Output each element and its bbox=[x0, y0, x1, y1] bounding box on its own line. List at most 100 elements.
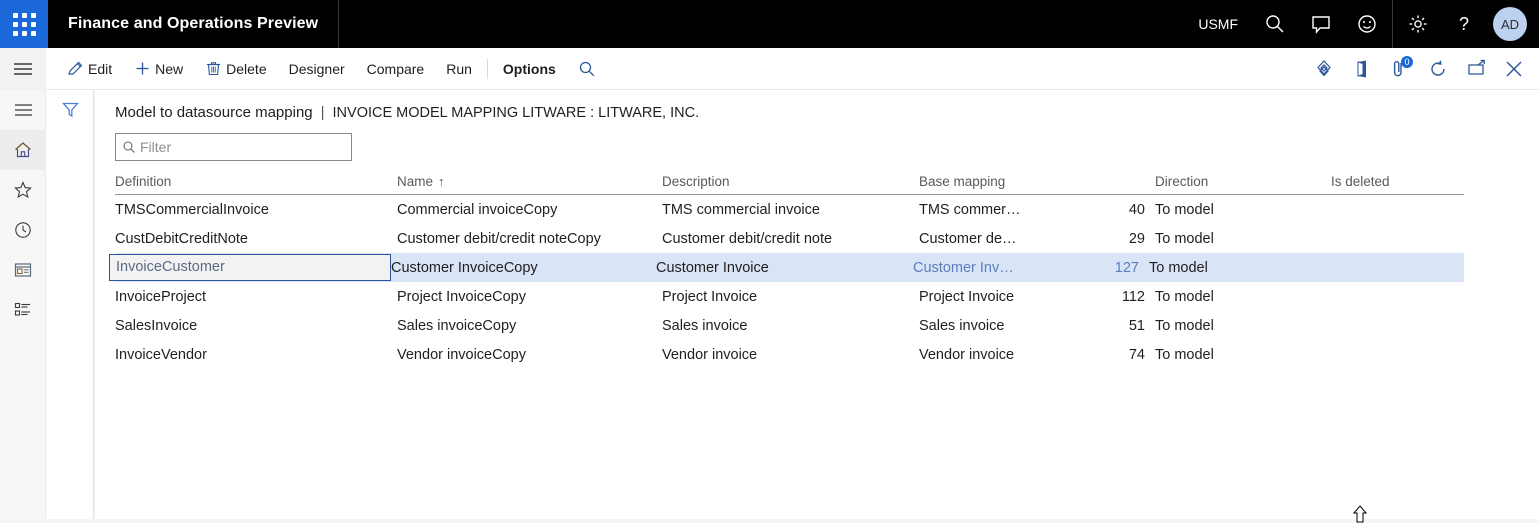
cell-base-mapping-number[interactable]: 29 bbox=[1089, 231, 1155, 247]
sidebar-item-favorites[interactable] bbox=[0, 170, 46, 210]
cell-base-mapping[interactable]: Vendor invoice bbox=[919, 347, 1089, 363]
cell-direction[interactable]: To model bbox=[1155, 289, 1331, 305]
app-launcher-button[interactable] bbox=[0, 0, 48, 48]
cell-description[interactable]: Vendor invoice bbox=[662, 347, 919, 363]
topbar-icons-divider bbox=[1392, 0, 1393, 48]
cell-base-mapping[interactable]: Customer de… bbox=[919, 231, 1089, 247]
cell-definition[interactable]: InvoiceVendor bbox=[115, 347, 397, 363]
app-title: Finance and Operations Preview bbox=[68, 15, 319, 32]
column-header-name[interactable]: Name ↑ bbox=[397, 174, 662, 194]
cell-definition[interactable]: InvoiceCustomer bbox=[109, 254, 391, 281]
designer-button[interactable]: Designer bbox=[278, 48, 356, 90]
column-header-direction[interactable]: Direction bbox=[1155, 174, 1331, 194]
cell-direction[interactable]: To model bbox=[1155, 347, 1331, 363]
office-app-icon[interactable] bbox=[1343, 48, 1381, 90]
cell-definition[interactable]: SalesInvoice bbox=[115, 318, 397, 334]
help-question-icon[interactable]: ? bbox=[1441, 0, 1487, 48]
message-icon[interactable] bbox=[1298, 0, 1344, 48]
column-header-base-mapping[interactable]: Base mapping bbox=[919, 174, 1089, 194]
column-label: Definition bbox=[115, 174, 172, 189]
filter-input[interactable] bbox=[136, 139, 345, 155]
column-label: Direction bbox=[1155, 174, 1209, 189]
cell-name[interactable]: Project InvoiceCopy bbox=[397, 289, 662, 305]
settings-gear-icon[interactable] bbox=[1395, 0, 1441, 48]
edit-button[interactable]: Edit bbox=[56, 48, 123, 90]
run-button-label: Run bbox=[446, 60, 472, 77]
table-row[interactable]: InvoiceProject Project InvoiceCopy Project… bbox=[115, 282, 1464, 311]
plus-icon bbox=[136, 62, 149, 75]
compare-button[interactable]: Compare bbox=[356, 48, 436, 90]
left-navigation-rail bbox=[0, 90, 46, 519]
feedback-smiley-icon[interactable] bbox=[1344, 0, 1390, 48]
sidebar-item-workspaces[interactable] bbox=[0, 250, 46, 290]
table-row[interactable]: InvoiceCustomer Customer InvoiceCopy Custo… bbox=[109, 253, 1464, 282]
cell-base-mapping-number[interactable]: 112 bbox=[1089, 289, 1155, 305]
cell-base-mapping[interactable]: Sales invoice bbox=[919, 318, 1089, 334]
cell-direction[interactable]: To model bbox=[1155, 202, 1331, 218]
cell-definition[interactable]: InvoiceProject bbox=[115, 289, 397, 305]
cell-direction[interactable]: To model bbox=[1155, 231, 1331, 247]
sort-ascending-icon: ↑ bbox=[438, 174, 445, 189]
cell-base-mapping-number[interactable]: 74 bbox=[1089, 347, 1155, 363]
cell-base-mapping[interactable]: Project Invoice bbox=[919, 289, 1089, 305]
cell-direction[interactable]: To model bbox=[1155, 318, 1331, 334]
action-search-button[interactable] bbox=[567, 48, 607, 90]
company-selector[interactable]: USMF bbox=[1184, 16, 1252, 32]
cell-name[interactable]: Commercial invoiceCopy bbox=[397, 202, 662, 218]
cell-description[interactable]: Sales invoice bbox=[662, 318, 919, 334]
cell-name[interactable]: Sales invoiceCopy bbox=[397, 318, 662, 334]
column-header-definition[interactable]: Definition bbox=[115, 174, 397, 194]
cell-name[interactable]: Customer InvoiceCopy bbox=[391, 260, 656, 276]
delete-button-label: Delete bbox=[226, 60, 267, 77]
tab-options[interactable]: Options bbox=[492, 48, 567, 90]
cell-base-mapping[interactable]: Customer Inv… bbox=[913, 260, 1083, 276]
cell-definition[interactable]: TMSCommercialInvoice bbox=[115, 202, 397, 218]
popout-icon[interactable] bbox=[1457, 48, 1495, 90]
table-row[interactable]: SalesInvoice Sales invoiceCopy Sales invoi… bbox=[115, 311, 1464, 340]
cell-description[interactable]: TMS commercial invoice bbox=[662, 202, 919, 218]
attachments-icon[interactable]: 0 bbox=[1381, 48, 1419, 90]
powerbi-diamond-icon[interactable] bbox=[1305, 48, 1343, 90]
cell-definition[interactable]: CustDebitCreditNote bbox=[115, 231, 397, 247]
data-grid: Definition Name ↑ Description Base mappin… bbox=[109, 165, 1464, 369]
cell-base-mapping-number[interactable]: 40 bbox=[1089, 202, 1155, 218]
grid-body: TMSCommercialInvoice Commercial invoiceCo… bbox=[109, 195, 1464, 369]
refresh-icon[interactable] bbox=[1419, 48, 1457, 90]
cell-base-mapping-number[interactable]: 51 bbox=[1089, 318, 1155, 334]
delete-button[interactable]: Delete bbox=[194, 48, 277, 90]
avatar[interactable]: AD bbox=[1493, 7, 1527, 41]
sidebar-item-home[interactable] bbox=[0, 130, 46, 170]
action-pane: Edit New Delete Designer Compare Run Opt… bbox=[0, 47, 1539, 90]
table-row[interactable]: TMSCommercialInvoice Commercial invoiceCo… bbox=[115, 195, 1464, 224]
sidebar-item-recent[interactable] bbox=[0, 210, 46, 250]
cell-description[interactable]: Customer Invoice bbox=[656, 260, 913, 276]
cell-base-mapping[interactable]: TMS commer… bbox=[919, 202, 1089, 218]
cell-direction[interactable]: To model bbox=[1149, 260, 1325, 276]
new-button[interactable]: New bbox=[123, 48, 194, 90]
close-icon[interactable] bbox=[1495, 48, 1533, 90]
main-content-panel: Model to datasource mapping | INVOICE MO… bbox=[95, 90, 1539, 519]
table-row[interactable]: InvoiceVendor Vendor invoiceCopy Vendor in… bbox=[115, 340, 1464, 369]
column-label: Name bbox=[397, 174, 434, 189]
cell-base-mapping-number[interactable]: 127 bbox=[1083, 260, 1149, 276]
cell-name[interactable]: Customer debit/credit noteCopy bbox=[397, 231, 662, 247]
cell-description[interactable]: Customer debit/credit note bbox=[662, 231, 919, 247]
search-icon[interactable] bbox=[1252, 0, 1298, 48]
column-header-is-deleted[interactable]: Is deleted bbox=[1331, 174, 1461, 194]
cell-description[interactable]: Project Invoice bbox=[662, 289, 919, 305]
rail-hamburger-button[interactable] bbox=[0, 90, 46, 130]
column-header-description[interactable]: Description bbox=[662, 174, 919, 194]
breadcrumb-separator: | bbox=[320, 104, 325, 121]
compare-button-label: Compare bbox=[366, 60, 425, 77]
run-button[interactable]: Run bbox=[435, 48, 483, 90]
navigation-menu-button[interactable] bbox=[0, 47, 46, 90]
sidebar-item-modules[interactable] bbox=[0, 290, 46, 330]
pencil-icon bbox=[68, 61, 83, 75]
quick-filter-box[interactable] bbox=[115, 133, 352, 161]
filter-funnel-icon[interactable] bbox=[46, 90, 94, 128]
edit-button-label: Edit bbox=[88, 60, 113, 77]
svg-text:?: ? bbox=[1459, 14, 1469, 34]
table-row[interactable]: CustDebitCreditNote Customer debit/credit… bbox=[115, 224, 1464, 253]
top-navigation-bar: Finance and Operations Preview USMF ? AD bbox=[0, 0, 1539, 48]
cell-name[interactable]: Vendor invoiceCopy bbox=[397, 347, 662, 363]
